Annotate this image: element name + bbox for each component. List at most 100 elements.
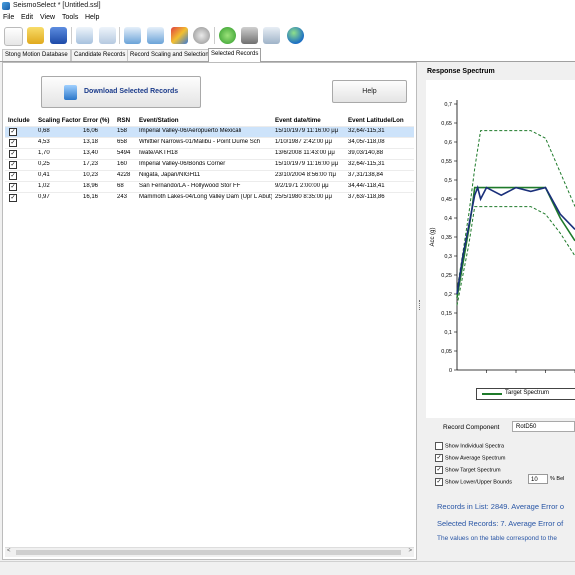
new-file-icon[interactable] <box>4 27 23 46</box>
menu-edit[interactable]: Edit <box>21 14 33 21</box>
table-cell: 158 <box>117 128 128 134</box>
table-cell: 32,64/-115,31 <box>348 128 385 134</box>
paste-icon[interactable] <box>99 27 116 44</box>
records-icon[interactable] <box>241 27 258 44</box>
column-header-rsn[interactable]: RSN <box>117 117 137 124</box>
table-cell: 0,68 <box>38 128 50 134</box>
response-spectrum-pane: Response Spectrum 0 0,05 0,1 0,15 0,2 0,25 0,3… <box>424 62 575 558</box>
table-cell: 17,23 <box>83 161 99 167</box>
copy-icon[interactable] <box>76 27 93 44</box>
y-axis-label: Acc (g) <box>430 227 436 246</box>
bound-percent-input[interactable]: 10 <box>528 474 548 484</box>
show-individual-spectra-checkbox[interactable]: Show Individual Spectra <box>435 442 504 450</box>
table-cell: 18,96 <box>83 183 99 189</box>
tab-bar: Stong Motion Database Candidate Records … <box>0 48 575 62</box>
y-tick-label: 0,7 <box>444 102 452 108</box>
include-checkbox[interactable]: ✓ <box>9 150 17 158</box>
legend-target-label: Target Spectrum <box>505 390 550 396</box>
table-row[interactable]: ✓ 1,70 13,40 5494 Iwate/AKTH18 13/6/2008 11:4… <box>5 148 414 159</box>
database-icon[interactable] <box>171 27 188 44</box>
table-cell: 0,25 <box>38 161 50 167</box>
y-tick-label: 0,1 <box>444 330 452 336</box>
menu-file[interactable]: File <box>3 14 14 21</box>
toolbar-separator <box>119 27 120 44</box>
include-checkbox[interactable]: ✓ <box>9 139 17 147</box>
table-row[interactable]: ✓ 0,97 16,16 243 Mammoth Lakes-04/Long Valle… <box>5 192 414 203</box>
table-cell: 4228 <box>117 172 131 178</box>
table-cell: 4,53 <box>38 139 50 145</box>
download-button-label: Download Selected Records <box>84 88 179 95</box>
table-row[interactable]: ✓ 0,41 10,23 4228 Niigata, Japan/NIGH11 23/10… <box>5 170 414 181</box>
column-header-include[interactable]: Include <box>8 117 36 124</box>
scrollbar-thumb[interactable] <box>16 550 401 555</box>
bound-percent-label: % Bel <box>550 476 565 482</box>
record-component-select[interactable]: RotD50 <box>512 421 575 432</box>
download-icon <box>64 85 77 100</box>
gear-icon[interactable] <box>193 27 210 44</box>
table-cell: 68 <box>117 183 124 189</box>
checkbox-box[interactable]: ✓ <box>435 454 443 462</box>
table-cell: 37,63/-118,86 <box>348 194 385 200</box>
include-checkbox[interactable]: ✓ <box>9 161 17 169</box>
checkbox-box[interactable]: ✓ <box>435 466 443 474</box>
zoom-out-icon[interactable] <box>147 27 164 44</box>
help-button[interactable]: Help <box>332 80 407 103</box>
y-tick-label: 0,2 <box>444 292 452 298</box>
status-bar <box>0 561 575 575</box>
selected-records-pane: Download Selected Records Help Include S… <box>2 62 417 560</box>
table-cell: 34,44/-118,41 <box>348 183 385 189</box>
table-cell: Iwate/AKTH18 <box>139 150 178 156</box>
app-icon <box>2 2 10 10</box>
tab-strong-motion-database[interactable]: Stong Motion Database <box>2 49 71 61</box>
globe-icon[interactable] <box>287 27 304 44</box>
table-cell: 243 <box>117 194 128 200</box>
table-cell: 1/10/1987 2:42:00 μμ <box>275 139 332 145</box>
checkbox-box[interactable]: ✓ <box>435 478 443 486</box>
include-checkbox[interactable]: ✓ <box>9 128 17 136</box>
column-header-scaling-factor[interactable]: Scaling Factor <box>38 117 82 124</box>
table-cell: 15/10/1979 11:16:00 μμ <box>275 128 339 134</box>
include-checkbox[interactable]: ✓ <box>9 183 17 191</box>
table-cell: Imperial Valley-06/Bonds Corner <box>139 161 226 167</box>
menu-tools[interactable]: Tools <box>62 14 78 21</box>
checkbox-label: Show Individual Spectra <box>445 443 505 450</box>
table-row[interactable]: ✓ 1,02 18,96 68 San Fernando/LA - Hollywood … <box>5 181 414 192</box>
pane-splitter[interactable] <box>419 300 422 310</box>
title-bar: SeismoSelect * [Untitled.ssl] <box>0 0 575 13</box>
checkbox-box[interactable] <box>435 442 443 450</box>
tab-candidate-records[interactable]: Candidate Records <box>71 49 129 61</box>
menu-help[interactable]: Help <box>85 14 99 21</box>
scroll-left-icon[interactable]: < <box>7 548 11 554</box>
table-cell: 16,06 <box>83 128 99 134</box>
column-header-event-lat-lon[interactable]: Event Latitude/Lon <box>348 117 412 124</box>
table-cell: 39,03/140,88 <box>348 150 384 156</box>
table-row[interactable]: ✓ 0,25 17,23 160 Imperial Valley-06/Bonds Co… <box>5 159 414 170</box>
menu-view[interactable]: View <box>40 14 55 21</box>
table-row[interactable]: ✓ 0,68 16,06 158 Imperial Valley-06/Aeropuer… <box>5 126 414 137</box>
help-icon[interactable] <box>219 27 236 44</box>
column-header-event-datetime[interactable]: Event date/time <box>275 117 347 124</box>
tab-selected-records[interactable]: Selected Records <box>208 48 262 62</box>
scroll-right-icon[interactable]: > <box>408 548 412 554</box>
table-row[interactable]: ✓ 4,53 13,18 658 Whittier Narrows-01/Malibu … <box>5 137 414 148</box>
zoom-in-icon[interactable] <box>124 27 141 44</box>
include-checkbox[interactable]: ✓ <box>9 172 17 180</box>
open-folder-icon[interactable] <box>27 27 44 44</box>
y-tick-label: 0,55 <box>441 159 452 165</box>
show-bounds-checkbox[interactable]: ✓ Show Lower/Upper Bounds <box>435 478 512 486</box>
download-selected-records-button[interactable]: Download Selected Records <box>41 76 201 108</box>
link-icon[interactable] <box>263 27 280 44</box>
include-checkbox[interactable]: ✓ <box>9 194 17 202</box>
table-cell: 13/6/2008 11:43:00 μμ <box>275 150 335 156</box>
column-header-event-station[interactable]: Event/Station <box>139 117 272 124</box>
record-component-label: Record Component <box>443 424 500 431</box>
selected-records-info: Selected Records: 7. Average Error of <box>437 519 564 528</box>
window-title: SeismoSelect * [Untitled.ssl] <box>13 2 101 9</box>
show-target-spectrum-checkbox[interactable]: ✓ Show Target Spectrum <box>435 466 501 474</box>
horizontal-scrollbar[interactable]: < > <box>5 547 414 557</box>
column-header-error[interactable]: Error (%) <box>83 117 116 124</box>
save-icon[interactable] <box>50 27 67 44</box>
table-cell: 9/2/1971 2:00:00 μμ <box>275 183 329 189</box>
tab-record-scaling-selection[interactable]: Record Scaling and Selection <box>127 49 212 61</box>
show-average-spectrum-checkbox[interactable]: ✓ Show Average Spectrum <box>435 454 505 462</box>
